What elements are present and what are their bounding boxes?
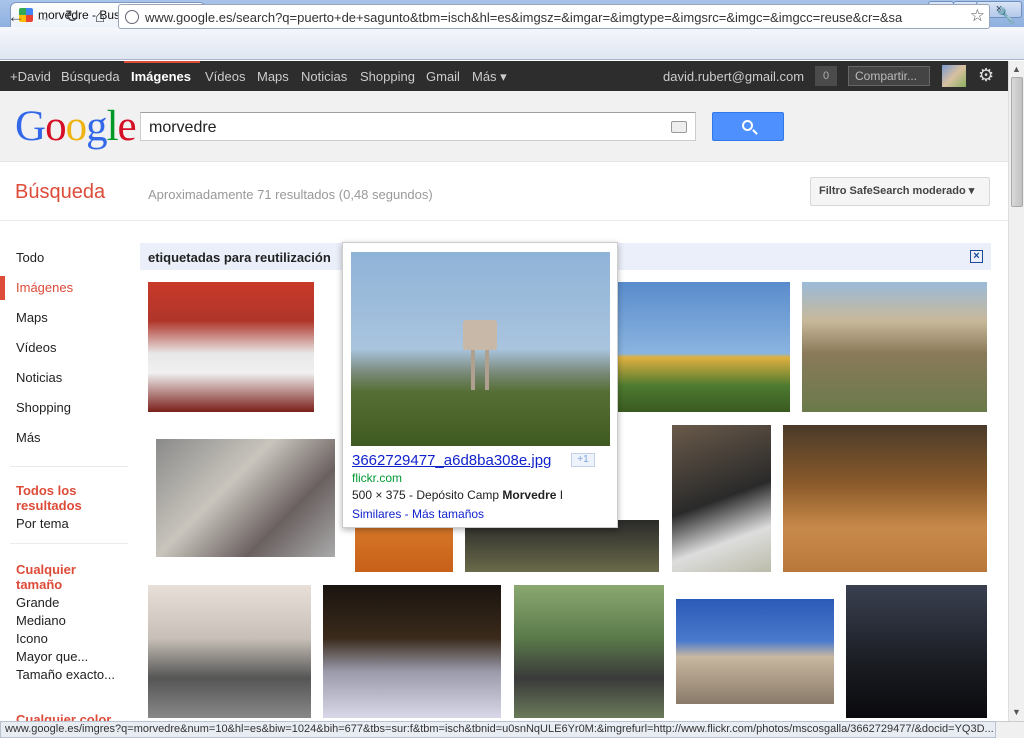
filter-por-tema[interactable]: Por tema bbox=[16, 516, 69, 531]
image-thumbnail[interactable] bbox=[618, 282, 790, 412]
gbar-maps[interactable]: Maps bbox=[257, 69, 289, 84]
browser-toolbar bbox=[0, 27, 1024, 60]
preview-image[interactable] bbox=[351, 252, 610, 446]
size-icono[interactable]: Icono bbox=[16, 631, 48, 646]
logo-letter: g bbox=[86, 103, 107, 150]
gbar-noticias[interactable]: Noticias bbox=[301, 69, 347, 84]
globe-icon bbox=[125, 10, 139, 24]
size-grande[interactable]: Grande bbox=[16, 595, 59, 610]
divider bbox=[0, 220, 1008, 221]
size-mediano[interactable]: Mediano bbox=[16, 613, 66, 628]
scroll-up-icon[interactable]: ▲ bbox=[1012, 64, 1021, 74]
gear-icon[interactable]: ⚙ bbox=[978, 65, 994, 86]
address-url[interactable]: www.google.es/search?q=puerto+de+sagunto… bbox=[145, 10, 965, 25]
gbar-busqueda[interactable]: Búsqueda bbox=[61, 69, 120, 84]
filter-all-results[interactable]: Todos los resultados bbox=[16, 483, 106, 513]
image-thumbnail[interactable] bbox=[148, 282, 314, 412]
dims-tail: I bbox=[556, 488, 564, 502]
safesearch-dropdown[interactable]: Filtro SafeSearch moderado ▾ bbox=[810, 177, 990, 206]
wrench-menu-icon[interactable]: 🔧 bbox=[996, 6, 1016, 26]
result-stats: Aproximadamente 71 resultados (0,48 segu… bbox=[148, 187, 433, 202]
tower-leg bbox=[471, 350, 475, 390]
image-thumbnail[interactable] bbox=[323, 585, 501, 718]
gbar-shopping[interactable]: Shopping bbox=[360, 69, 415, 84]
dims-text: 500 × 375 - Depósito Camp bbox=[352, 488, 503, 502]
nav-maps[interactable]: Maps bbox=[16, 310, 48, 325]
divider bbox=[10, 466, 128, 467]
plus-one-button[interactable]: +1 bbox=[571, 453, 595, 467]
image-thumbnail[interactable] bbox=[802, 282, 987, 412]
logo-letter: l bbox=[106, 103, 119, 150]
bookmark-star-icon[interactable]: ☆ bbox=[970, 6, 985, 26]
filter-any-size[interactable]: Cualquier tamaño bbox=[16, 562, 106, 592]
search-input[interactable]: morvedre bbox=[140, 112, 696, 141]
image-preview-popup[interactable]: 3662729477_a6d8ba308e.jpg +1 flickr.com … bbox=[342, 242, 618, 528]
nav-noticias[interactable]: Noticias bbox=[16, 370, 62, 385]
image-thumbnail[interactable] bbox=[846, 585, 987, 718]
notification-count[interactable]: 0 bbox=[815, 66, 837, 86]
logo-letter: e bbox=[117, 103, 137, 150]
dims-bold: Morvedre bbox=[502, 488, 557, 502]
image-filename-link[interactable]: 3662729477_a6d8ba308e.jpg bbox=[352, 452, 551, 469]
section-title: Búsqueda bbox=[15, 181, 106, 203]
tower-leg bbox=[485, 350, 489, 390]
search-button[interactable] bbox=[712, 112, 784, 141]
nav-shopping[interactable]: Shopping bbox=[16, 400, 71, 415]
gbar-gmail[interactable]: Gmail bbox=[426, 69, 460, 84]
size-mayor-que[interactable]: Mayor que... bbox=[16, 649, 88, 664]
scroll-down-icon[interactable]: ▼ bbox=[1012, 707, 1021, 717]
image-thumbnail[interactable] bbox=[156, 439, 335, 557]
water-tower-shape bbox=[463, 320, 497, 350]
logo-letter: o bbox=[65, 103, 87, 150]
scrollbar-thumb[interactable] bbox=[1011, 77, 1023, 207]
selected-indicator bbox=[0, 276, 5, 300]
gbar-plus-david[interactable]: +David bbox=[10, 69, 51, 84]
image-thumbnail[interactable] bbox=[676, 599, 834, 704]
gbar-videos[interactable]: Vídeos bbox=[205, 69, 245, 84]
divider bbox=[10, 543, 128, 544]
nav-videos[interactable]: Vídeos bbox=[16, 340, 56, 355]
google-logo[interactable]: Google bbox=[15, 103, 137, 151]
nav-imagenes[interactable]: Imágenes bbox=[16, 280, 73, 295]
reload-icon[interactable]: ↻ bbox=[61, 6, 83, 28]
more-sizes-link[interactable]: Más tamaños bbox=[412, 507, 484, 521]
user-email[interactable]: david.rubert@gmail.com bbox=[663, 69, 804, 84]
clear-filter-close-icon[interactable]: × bbox=[970, 250, 983, 263]
image-thumbnail[interactable] bbox=[514, 585, 664, 718]
forward-arrow-icon[interactable]: → bbox=[32, 6, 54, 28]
link-separator: - bbox=[401, 507, 413, 521]
camera-icon[interactable] bbox=[671, 121, 687, 133]
gbar-imagenes[interactable]: Imágenes bbox=[131, 69, 191, 84]
popup-links: Similares - Más tamaños bbox=[352, 507, 484, 521]
address-bar[interactable]: www.google.es/search?q=puerto+de+sagunto… bbox=[118, 4, 990, 29]
image-source: flickr.com bbox=[352, 471, 403, 485]
logo-letter: o bbox=[45, 103, 66, 150]
image-thumbnail[interactable] bbox=[148, 585, 311, 718]
nav-mas[interactable]: Más bbox=[16, 430, 41, 445]
gbar-mas[interactable]: Más ▾ bbox=[472, 69, 507, 85]
logo-letter: G bbox=[15, 103, 46, 150]
image-thumbnail[interactable] bbox=[783, 425, 987, 572]
image-dimensions: 500 × 375 - Depósito Camp Morvedre I bbox=[352, 488, 563, 502]
status-bar: www.google.es/imgres?q=morvedre&num=10&h… bbox=[0, 721, 996, 738]
avatar[interactable] bbox=[942, 65, 966, 87]
nav-todo[interactable]: Todo bbox=[16, 250, 44, 265]
google-bar: +David Búsqueda Imágenes Vídeos Maps Not… bbox=[0, 61, 1008, 91]
size-exacto[interactable]: Tamaño exacto... bbox=[16, 667, 115, 682]
search-query[interactable]: morvedre bbox=[149, 119, 217, 137]
active-indicator bbox=[124, 61, 200, 63]
search-icon bbox=[742, 120, 753, 131]
back-arrow-icon[interactable]: ← bbox=[5, 6, 27, 28]
vertical-scrollbar[interactable]: ▲ ▼ bbox=[1008, 61, 1024, 721]
home-icon[interactable]: ⌂ bbox=[89, 6, 111, 28]
image-thumbnail[interactable] bbox=[672, 425, 771, 572]
reuse-filter-label: etiquetadas para reutilización bbox=[148, 250, 331, 265]
share-box[interactable]: Compartir... bbox=[848, 66, 930, 86]
similar-link[interactable]: Similares bbox=[352, 507, 401, 521]
